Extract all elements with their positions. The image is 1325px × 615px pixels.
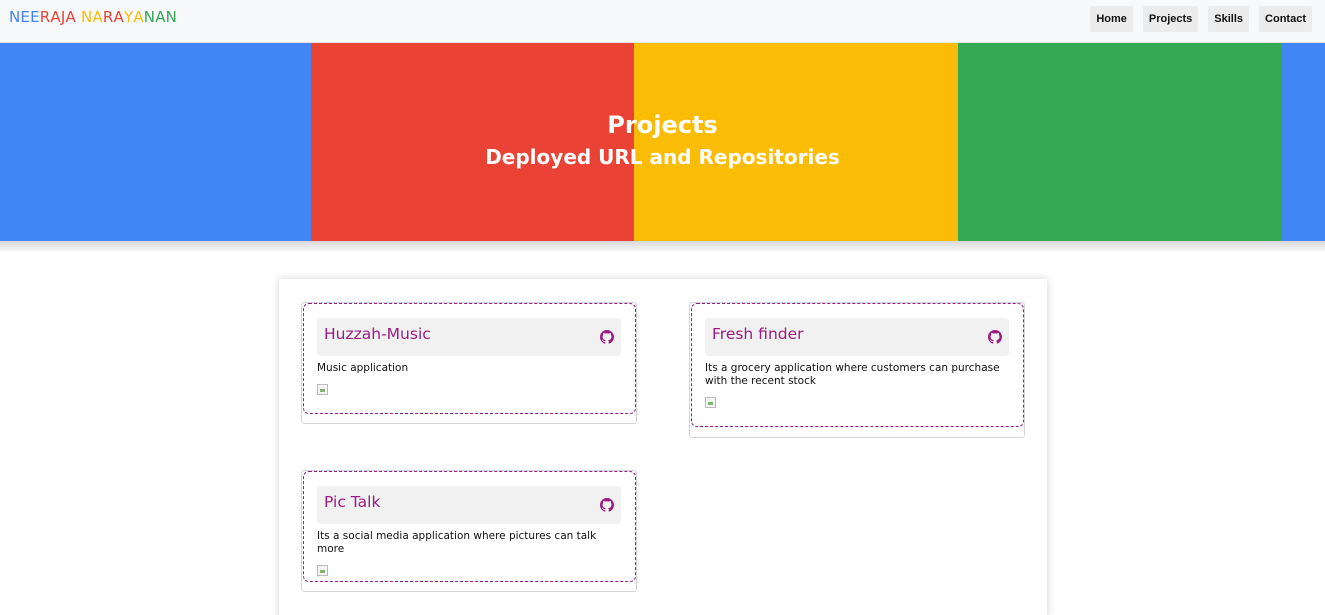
github-icon[interactable] bbox=[600, 498, 614, 512]
project-card-header: Fresh finder bbox=[705, 318, 1009, 356]
brand-letter: A bbox=[92, 8, 103, 26]
brand-letter: N bbox=[165, 8, 178, 26]
project-card-body: Fresh finder Its a grocery application w… bbox=[691, 303, 1024, 427]
nav-home-link[interactable]: Home bbox=[1090, 6, 1133, 32]
project-title: Huzzah-Music bbox=[324, 325, 431, 343]
project-description: Music application bbox=[317, 362, 409, 374]
project-title: Pic Talk bbox=[324, 493, 381, 511]
nav-skills-link[interactable]: Skills bbox=[1208, 6, 1250, 32]
brand-letter: A bbox=[155, 8, 166, 26]
project-image bbox=[317, 565, 328, 576]
brand-letter: Y bbox=[123, 8, 134, 26]
brand-letter: N bbox=[9, 8, 21, 26]
project-card-header: Huzzah-Music bbox=[317, 318, 621, 356]
brand-letter: E bbox=[20, 8, 31, 26]
hero-text: Projects Deployed URL and Repositories bbox=[0, 109, 1325, 173]
project-card-header: Pic Talk bbox=[317, 486, 621, 524]
brand-letter: A bbox=[50, 8, 61, 26]
nav-contact-link[interactable]: Contact bbox=[1259, 6, 1312, 32]
project-card: Fresh finder Its a grocery application w… bbox=[689, 302, 1025, 438]
github-icon[interactable] bbox=[600, 330, 614, 344]
project-card-body: Pic Talk Its a social media application … bbox=[303, 471, 636, 582]
brand-letter: A bbox=[65, 8, 76, 26]
github-icon[interactable] bbox=[988, 330, 1002, 344]
project-card: Huzzah-Music Music application bbox=[301, 302, 637, 424]
brand-letter: R bbox=[39, 8, 51, 26]
brand-letter: N bbox=[143, 8, 156, 26]
brand-letter: R bbox=[102, 8, 114, 26]
brand-letter: N bbox=[80, 8, 93, 26]
project-card: Pic Talk Its a social media application … bbox=[301, 470, 637, 592]
page-title: Projects bbox=[607, 111, 718, 139]
project-description: Its a grocery application where customer… bbox=[705, 362, 1000, 387]
project-image bbox=[317, 384, 328, 395]
brand-letter: E bbox=[30, 8, 40, 26]
nav-links: Home Projects Skills Contact bbox=[1090, 6, 1312, 32]
project-title: Fresh finder bbox=[712, 325, 804, 343]
navbar: NEERAJA NARAYANAN Home Projects Skills C… bbox=[0, 0, 1325, 43]
nav-projects-link[interactable]: Projects bbox=[1142, 6, 1199, 32]
page-subtitle: Deployed URL and Repositories bbox=[485, 145, 840, 169]
project-card-body: Huzzah-Music Music application bbox=[303, 303, 636, 414]
hero-banner: Projects Deployed URL and Repositories bbox=[0, 43, 1325, 241]
brand-logo[interactable]: NEERAJA NARAYANAN bbox=[9, 8, 177, 26]
brand-letter: A bbox=[133, 8, 144, 26]
projects-panel: Huzzah-Music Music application Fresh fin… bbox=[279, 279, 1047, 615]
project-image bbox=[705, 397, 716, 408]
brand-letter: A bbox=[113, 8, 124, 26]
project-description: Its a social media application where pic… bbox=[317, 530, 597, 555]
hero-divider bbox=[0, 241, 1325, 251]
